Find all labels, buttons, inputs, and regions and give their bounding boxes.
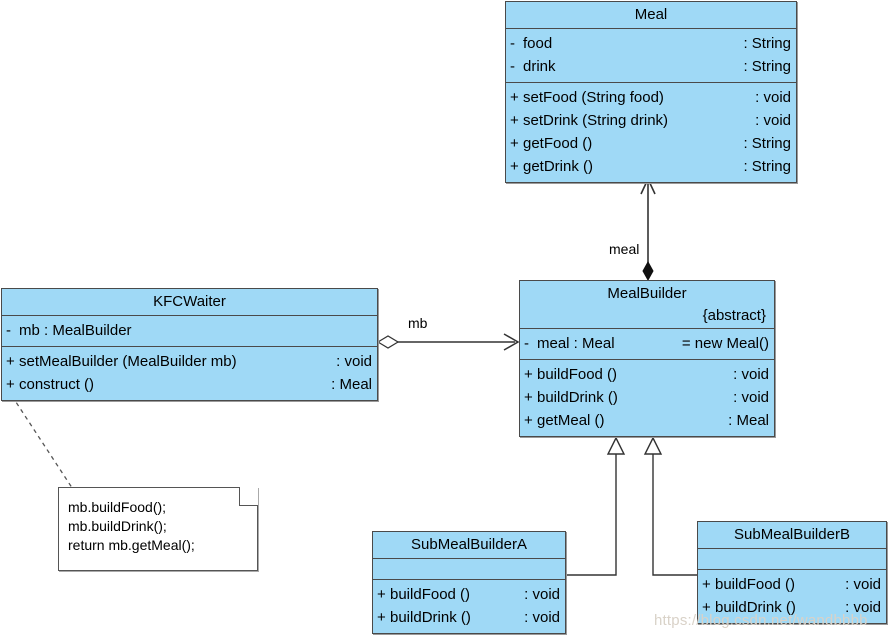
visibility-marker: -: [510, 58, 515, 75]
visibility-marker: +: [524, 389, 533, 406]
attribute-row: - drink : String: [506, 55, 796, 78]
operation-return-type: : void: [524, 586, 560, 603]
operation-return-type: : String: [743, 158, 791, 175]
operation-row: + setDrink (String drink) : void: [506, 109, 796, 132]
operation-row: + buildDrink () : void: [520, 386, 774, 409]
class-box-mealbuilder[interactable]: MealBuilder {abstract} - meal : Meal = n…: [519, 280, 775, 437]
note-line: mb.buildDrink();: [68, 518, 167, 534]
class-attributes-submealbuilderb: [698, 548, 886, 569]
operation-signature: buildFood (): [390, 586, 471, 603]
operation-return-type: : void: [755, 89, 791, 106]
class-attributes-meal: - food : String - drink : String: [506, 28, 796, 82]
uml-class-diagram: Meal - food : String - drink : String + …: [0, 0, 888, 641]
operation-return-type: : void: [755, 112, 791, 129]
attribute-signature: mb : MealBuilder: [19, 322, 132, 339]
visibility-marker: +: [6, 376, 15, 393]
visibility-marker: +: [510, 135, 519, 152]
visibility-marker: +: [524, 366, 533, 383]
visibility-marker: +: [510, 158, 519, 175]
class-box-kfcwaiter[interactable]: KFCWaiter - mb : MealBuilder + setMealBu…: [1, 288, 378, 401]
operation-row: + buildFood () : void: [520, 363, 774, 386]
operation-return-type: : void: [733, 366, 769, 383]
note-body: mb.buildFood(); mb.buildDrink(); return …: [59, 488, 257, 561]
operation-signature: getMeal (): [537, 412, 605, 429]
visibility-marker: -: [524, 335, 529, 352]
operation-return-type: : void: [336, 353, 372, 370]
note-box-construct-body[interactable]: mb.buildFood(); mb.buildDrink(); return …: [58, 486, 258, 571]
operation-row: + buildFood () : void: [373, 583, 565, 606]
note-anchor-line: [11, 395, 81, 501]
visibility-marker: +: [377, 586, 386, 603]
inheritance-a-edge: [566, 436, 626, 576]
attribute-row: - meal : Meal = new Meal(): [520, 332, 774, 355]
class-box-submealbuilderb[interactable]: SubMealBuilderB + buildFood () : void + …: [697, 521, 887, 624]
attribute-default-value: = new Meal(): [681, 335, 769, 352]
attribute-signature: food: [523, 35, 553, 52]
operation-row: + construct () : Meal: [2, 373, 377, 396]
attribute-row: - mb : MealBuilder: [2, 319, 377, 342]
edge-label-mb: mb: [408, 315, 428, 331]
operation-signature: setFood (String food): [523, 89, 664, 106]
operation-return-type: : Meal: [728, 412, 769, 429]
operation-row: + setMealBuilder (MealBuilder mb) : void: [2, 350, 377, 373]
class-box-submealbuildera[interactable]: SubMealBuilderA + buildFood () : void + …: [372, 531, 566, 634]
attribute-type: : String: [743, 35, 791, 52]
visibility-marker: -: [6, 322, 11, 339]
class-operations-kfcwaiter: + setMealBuilder (MealBuilder mb) : void…: [2, 346, 377, 400]
operation-return-type: : void: [733, 389, 769, 406]
operation-signature: buildFood (): [537, 366, 618, 383]
operation-signature: setDrink (String drink): [523, 112, 669, 129]
attribute-signature: meal : Meal: [537, 335, 615, 352]
operation-signature: getFood (): [523, 135, 593, 152]
class-attributes-mealbuilder: - meal : Meal = new Meal(): [520, 328, 774, 359]
note-line: mb.buildFood();: [68, 499, 167, 515]
operation-row: + getMeal () : Meal: [520, 409, 774, 432]
composition-meal-edge: [640, 177, 656, 282]
operation-row: + getDrink () : String: [506, 155, 796, 178]
operation-return-type: : String: [743, 135, 791, 152]
note-line: return mb.getMeal();: [68, 537, 195, 553]
visibility-marker: -: [510, 35, 515, 52]
visibility-marker: +: [524, 412, 533, 429]
attribute-row: - food : String: [506, 32, 796, 55]
operation-signature: buildFood (): [715, 576, 796, 593]
operation-signature: buildDrink (): [390, 609, 471, 626]
attribute-type: : String: [743, 58, 791, 75]
class-attributes-submealbuildera: [373, 558, 565, 579]
inheritance-b-edge: [643, 436, 697, 576]
operation-signature: getDrink (): [523, 158, 594, 175]
class-attributes-kfcwaiter: - mb : MealBuilder: [2, 315, 377, 346]
aggregation-mb-edge: [376, 333, 520, 351]
class-operations-mealbuilder: + buildFood () : void + buildDrink () : …: [520, 359, 774, 436]
class-name-submealbuildera: SubMealBuilderA: [411, 536, 527, 553]
operation-return-type: : void: [845, 576, 881, 593]
operation-return-type: : Meal: [331, 376, 372, 393]
edge-label-meal: meal: [609, 241, 640, 257]
operation-signature: buildDrink (): [537, 389, 618, 406]
class-box-meal[interactable]: Meal - food : String - drink : String + …: [505, 1, 797, 183]
class-stereotype-abstract: {abstract}: [702, 307, 766, 324]
visibility-marker: +: [702, 576, 711, 593]
attribute-signature: drink: [523, 58, 556, 75]
operation-row: + getFood () : String: [506, 132, 796, 155]
operation-signature: setMealBuilder (MealBuilder mb): [19, 353, 237, 370]
operation-signature: construct (): [19, 376, 95, 393]
class-name-kfcwaiter: KFCWaiter: [153, 293, 226, 310]
class-name-submealbuilderb: SubMealBuilderB: [734, 526, 850, 543]
class-name-mealbuilder: MealBuilder: [607, 285, 687, 302]
class-operations-meal: + setFood (String food) : void + setDrin…: [506, 82, 796, 182]
visibility-marker: +: [377, 609, 386, 626]
class-name-meal: Meal: [634, 6, 668, 23]
operation-row: + buildDrink () : void: [373, 606, 565, 629]
watermark-text: https://blog.csdn.net/wandbbbb: [654, 612, 868, 629]
visibility-marker: +: [510, 112, 519, 129]
operation-row: + buildFood () : void: [698, 573, 886, 596]
class-operations-submealbuildera: + buildFood () : void + buildDrink () : …: [373, 579, 565, 633]
operation-row: + setFood (String food) : void: [506, 86, 796, 109]
visibility-marker: +: [510, 89, 519, 106]
visibility-marker: +: [6, 353, 15, 370]
operation-return-type: : void: [524, 609, 560, 626]
